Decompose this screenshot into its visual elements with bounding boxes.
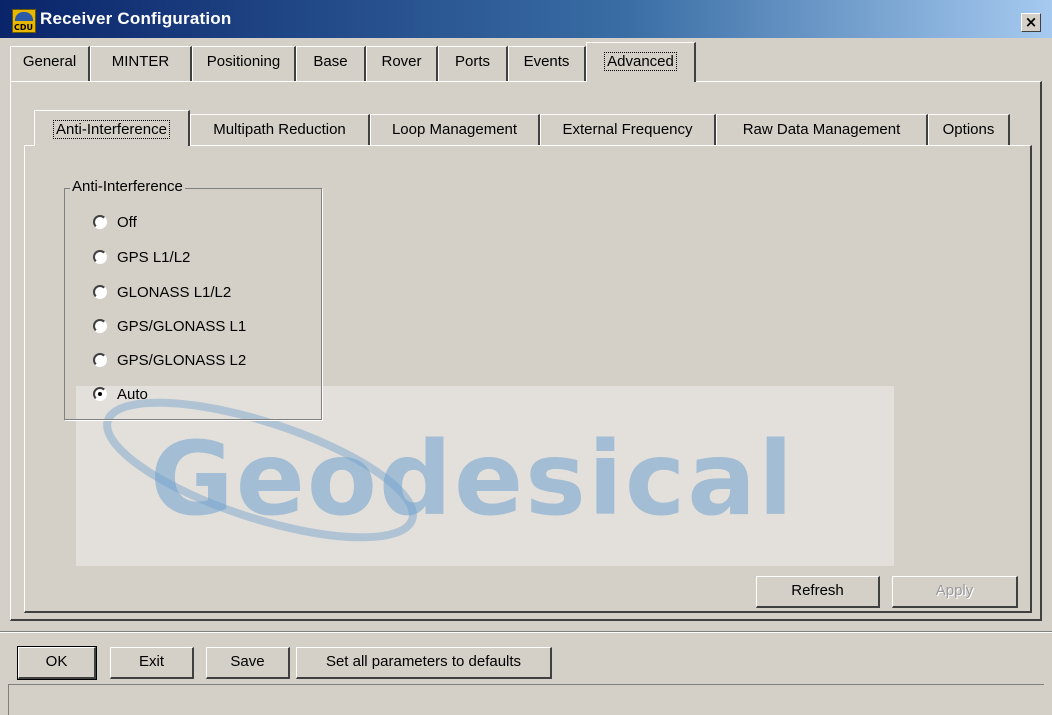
subtab-options[interactable]: Options <box>928 114 1010 146</box>
watermark-text: Geodesical <box>150 420 796 539</box>
refresh-button[interactable]: Refresh <box>756 576 880 608</box>
radio-circle[interactable] <box>93 215 107 230</box>
radio-circle[interactable] <box>93 285 107 300</box>
radio-off[interactable]: Off <box>93 211 137 235</box>
radio-glonass-l1-l2[interactable]: GLONASS L1/L2 <box>93 281 231 305</box>
subtab-raw-data-management[interactable]: Raw Data Management <box>716 114 928 146</box>
title-bar: CDU Receiver Configuration × <box>0 0 1052 38</box>
tab-positioning[interactable]: Positioning <box>192 46 296 82</box>
tab-events[interactable]: Events <box>508 46 586 82</box>
app-icon: CDU <box>12 9 36 33</box>
save-button[interactable]: Save <box>206 647 290 679</box>
ok-button[interactable]: OK <box>17 646 97 680</box>
set-defaults-button[interactable]: Set all parameters to defaults <box>296 647 552 679</box>
tab-rover[interactable]: Rover <box>366 46 438 82</box>
close-icon[interactable]: × <box>1021 13 1041 32</box>
apply-button[interactable]: Apply <box>892 576 1018 608</box>
subtab-anti-interference[interactable]: Anti-Interference <box>34 110 190 146</box>
radio-gps-glonass-l1[interactable]: GPS/GLONASS L1 <box>93 315 246 339</box>
group-title: Anti-Interference <box>70 178 185 195</box>
radio-gps-l1-l2[interactable]: GPS L1/L2 <box>93 246 190 270</box>
window-title: Receiver Configuration <box>40 9 232 28</box>
radio-gps-glonass-l2[interactable]: GPS/GLONASS L2 <box>93 349 246 373</box>
radio-circle[interactable] <box>93 353 107 368</box>
radio-circle[interactable] <box>93 319 107 334</box>
tab-base[interactable]: Base <box>296 46 366 82</box>
radio-circle[interactable] <box>93 250 107 265</box>
tab-advanced[interactable]: Advanced <box>586 42 696 82</box>
tab-general[interactable]: General <box>10 46 90 82</box>
tab-minter[interactable]: MINTER <box>90 46 192 82</box>
radio-auto[interactable]: Auto <box>93 383 148 407</box>
tab-ports[interactable]: Ports <box>438 46 508 82</box>
subtab-external-frequency[interactable]: External Frequency <box>540 114 716 146</box>
subtab-multipath-reduction[interactable]: Multipath Reduction <box>190 114 370 146</box>
separator <box>0 631 1052 633</box>
radio-circle-selected[interactable] <box>93 387 107 402</box>
subtab-loop-management[interactable]: Loop Management <box>370 114 540 146</box>
status-bar <box>8 684 1044 715</box>
exit-button[interactable]: Exit <box>110 647 194 679</box>
